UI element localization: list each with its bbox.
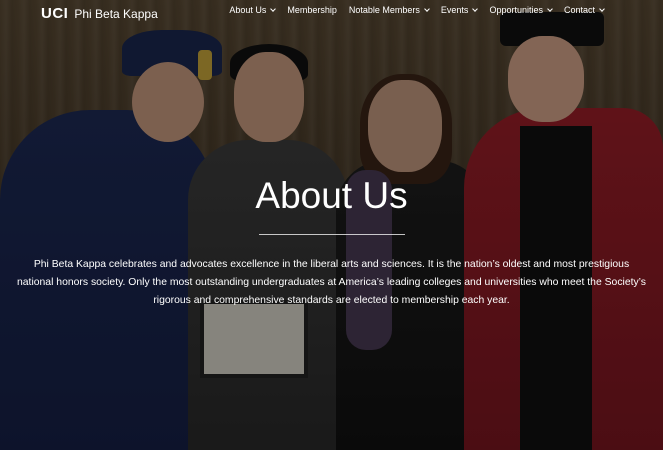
nav-item-about-us[interactable]: About Us [223,5,281,15]
nav-item-label: Membership [287,5,337,15]
page-title: About Us [255,175,408,216]
nav-item-notable-members[interactable]: Notable Members [343,5,435,15]
chevron-down-icon [599,6,605,12]
hero-content: About Us Phi Beta Kappa celebrates and a… [0,174,663,310]
chevron-down-icon [547,6,553,12]
top-nav: UCI Phi Beta Kappa About Us Membership N… [0,0,663,26]
about-description: Phi Beta Kappa celebrates and advocates … [17,259,646,306]
main-menu: About Us Membership Notable Members Even… [223,5,610,15]
site-logo-link[interactable]: UCI Phi Beta Kappa [41,5,158,22]
nav-item-label: Notable Members [348,5,420,15]
nav-item-membership[interactable]: Membership [281,5,343,15]
chevron-down-icon [270,6,277,12]
nav-item-label: Events [440,5,469,15]
nav-item-label: About Us [229,5,267,15]
uci-logo: UCI [41,5,69,22]
chevron-down-icon [472,6,479,12]
hero-section: UCI Phi Beta Kappa About Us Membership N… [0,0,663,450]
title-divider [258,234,405,235]
nav-item-label: Contact [563,5,595,15]
nav-item-opportunities[interactable]: Opportunities [483,5,558,15]
nav-item-label: Opportunities [489,5,543,15]
chevron-down-icon [424,6,430,12]
site-name: Phi Beta Kappa [74,7,158,21]
nav-item-contact[interactable]: Contact [558,5,610,15]
nav-item-events[interactable]: Events [435,5,484,15]
